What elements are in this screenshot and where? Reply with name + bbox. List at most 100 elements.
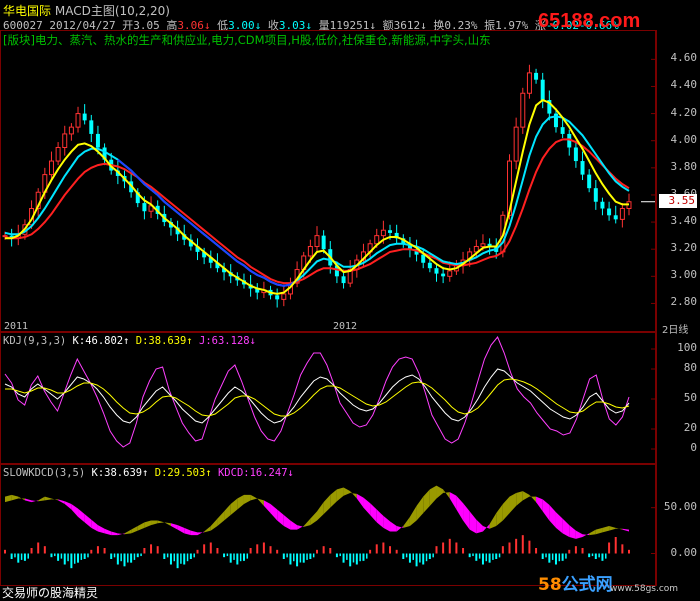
bear-ribbon-segment — [91, 519, 98, 532]
site-url[interactable]: www.58gs.com — [610, 584, 678, 594]
y-axis-tick-label: 3.40 — [670, 214, 698, 228]
candle-body-up — [55, 146, 61, 162]
candle-body-down — [600, 201, 605, 209]
y-axis-tick-label: 20 — [683, 421, 697, 434]
bull-ribbon-segment — [595, 527, 603, 535]
bear-ribbon-segment — [456, 495, 464, 521]
bull-ribbon-segment — [609, 526, 616, 531]
bull-ribbon-segment — [509, 493, 517, 514]
bear-ribbon-segment — [396, 526, 404, 532]
bull-ribbon-segment — [204, 526, 211, 533]
candle-body-down — [560, 127, 565, 134]
bear-ribbon-segment — [97, 525, 105, 534]
bear-ribbon-segment — [170, 523, 178, 530]
candle-body-down — [427, 262, 432, 269]
y-axis-tick-label: 0 — [690, 441, 697, 454]
bear-ribbon-segment — [370, 503, 377, 523]
candle-body-down — [573, 147, 578, 162]
candle-body-up — [48, 160, 54, 176]
bear-ribbon-segment — [290, 520, 298, 530]
candle-body-down — [540, 79, 545, 101]
candle-body-down — [89, 120, 94, 134]
bear-ribbon-segment — [482, 524, 490, 532]
bull-ribbon-segment — [144, 520, 152, 528]
candle-body-up — [307, 245, 313, 257]
candle-body-down — [587, 174, 592, 189]
y-axis-tick-label: 2.80 — [670, 295, 698, 309]
candle-body-up — [380, 229, 386, 237]
bull-ribbon-segment — [429, 485, 437, 506]
candle-body-down — [341, 276, 346, 284]
bear-ribbon-segment — [197, 531, 205, 536]
bull-ribbon-segment — [403, 516, 410, 528]
stock-name[interactable]: 华电国际 — [3, 4, 51, 18]
slowkdcd-name[interactable]: SLOWKDCD(3,5) — [3, 467, 85, 479]
candle-body-up — [480, 243, 486, 247]
candle-body-up — [314, 235, 320, 247]
candle-body-down — [321, 235, 326, 250]
arrow-up-icon: ↑ — [142, 467, 149, 479]
ma-short-line — [5, 98, 629, 295]
candle-body-up — [62, 133, 68, 148]
bull-ribbon-segment — [51, 498, 59, 501]
bear-ribbon-segment — [575, 530, 583, 539]
bull-ribbon-segment — [131, 526, 138, 534]
price-axis: 4.604.404.204.003.803.603.403.203.002.80… — [656, 30, 700, 332]
y-axis-tick-label: 3.20 — [670, 241, 698, 255]
bull-ribbon-segment — [343, 487, 351, 496]
logo-58gs[interactable]: 58公式网 — [538, 570, 613, 595]
bear-ribbon-segment — [383, 515, 391, 532]
indicator-title: MACD主图(10,2,20) — [54, 4, 170, 18]
candle-body-up — [447, 270, 453, 277]
bull-ribbon-segment — [323, 494, 331, 515]
y-axis-tick-label: 4.20 — [670, 105, 698, 119]
price-chart — [2, 58, 655, 308]
logo-58-text: 58 — [538, 575, 562, 595]
candle-body-down — [441, 273, 446, 277]
candle-body-up — [526, 72, 532, 94]
candle-body-up — [513, 126, 519, 162]
slowkdcd-legend: SLOWKDCD(3,5) K:38.639↑ D:29.503↑ KDCD:1… — [3, 467, 294, 479]
candle-body-down — [82, 113, 87, 121]
bull-ribbon-segment — [409, 505, 417, 526]
candle-body-down — [593, 188, 598, 202]
ma-mid-down-segment — [117, 158, 298, 287]
slowkdcd-chart — [4, 485, 655, 569]
bear-ribbon-segment — [469, 511, 477, 534]
candle-body-up — [619, 208, 625, 220]
bull-ribbon-segment — [615, 527, 623, 530]
candle-body-up — [68, 126, 74, 135]
y-axis-tick-label: 0.00 — [670, 545, 698, 559]
candle-body-down — [607, 208, 612, 216]
bear-ribbon-segment — [542, 499, 550, 521]
arrow-up-icon: ↑ — [186, 335, 193, 347]
bull-ribbon-segment — [243, 494, 251, 504]
current-price-tag: 3.55 — [659, 193, 697, 208]
arrow-down-icon: ↓ — [249, 335, 256, 347]
bear-ribbon-segment — [390, 521, 397, 532]
bear-ribbon-segment — [549, 504, 556, 528]
bear-ribbon-segment — [190, 530, 198, 536]
kdj-axis: 100 80 50 20 0 — [656, 332, 700, 464]
y-axis-tick-label: 4.00 — [670, 132, 698, 146]
bear-ribbon-segment — [283, 515, 291, 530]
kdj-k-label: K:46.802 — [72, 335, 124, 347]
bear-ribbon-segment — [24, 498, 32, 503]
bull-ribbon-segment — [489, 513, 497, 529]
kdj-name[interactable]: KDJ(9,3,3) — [3, 335, 66, 347]
bull-ribbon-segment — [38, 496, 45, 502]
arrow-up-icon: ↑ — [205, 467, 212, 479]
bull-ribbon-segment — [516, 491, 523, 506]
candle-body-down — [580, 161, 585, 175]
slow-kdcd-label: KDCD:16.247 — [217, 467, 288, 479]
candle-body-down — [434, 268, 439, 274]
bull-ribbon-segment — [529, 494, 537, 503]
bear-ribbon-segment — [31, 500, 39, 503]
bull-ribbon-segment — [224, 504, 231, 521]
bull-ribbon-segment — [137, 522, 145, 531]
bear-ribbon-segment — [177, 525, 185, 534]
kdj-legend: KDJ(9,3,3) K:46.802↑ D:38.639↑ J:63.128↓ — [3, 335, 256, 347]
bear-ribbon-segment — [263, 500, 271, 514]
bear-ribbon-segment — [582, 533, 590, 537]
bull-ribbon-segment — [124, 529, 132, 535]
